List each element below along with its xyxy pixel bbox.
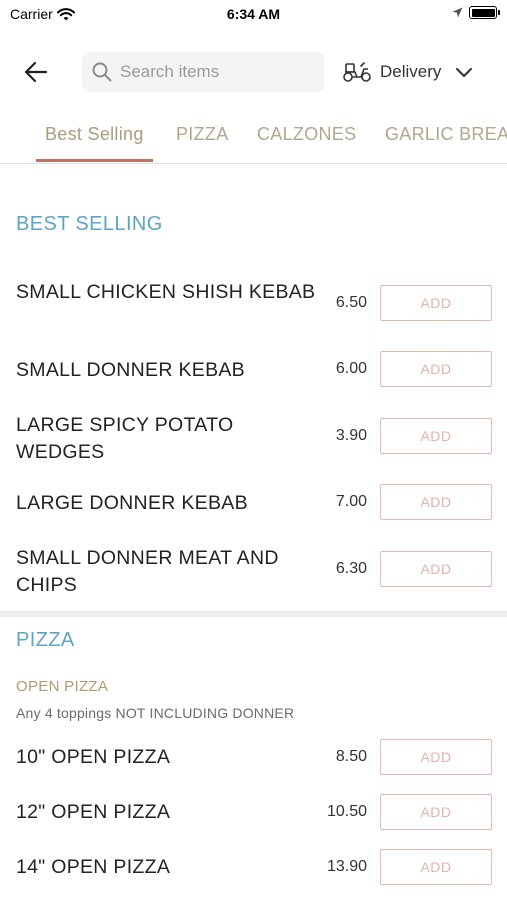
add-button[interactable]: ADD (380, 849, 492, 885)
item-price: 6.00 (335, 360, 367, 377)
item-name: 12" OPEN PIZZA (16, 801, 171, 823)
delivery-selector[interactable]: Delivery (342, 58, 475, 86)
add-button[interactable]: ADD (380, 551, 492, 587)
item-name: LARGE SPICY POTATO WEDGES (16, 414, 234, 463)
item-price: 3.90 (335, 427, 367, 444)
active-tab-underline (36, 159, 153, 162)
item-price: 6.30 (335, 560, 367, 577)
delivery-label: Delivery (380, 62, 442, 81)
search-box[interactable] (82, 52, 324, 92)
add-button[interactable]: ADD (380, 739, 492, 775)
scooter-icon (343, 62, 371, 82)
back-button[interactable] (20, 58, 52, 86)
item-name: SMALL CHICKEN SHISH KEBAB (16, 281, 316, 303)
item-price: 7.00 (335, 493, 367, 510)
section-title-pizza: PIZZA (16, 629, 75, 651)
add-button[interactable]: ADD (380, 351, 492, 387)
status-bar: Carrier 6:34 AM (0, 0, 507, 28)
section-title-best-selling: BEST SELLING (16, 213, 163, 235)
item-price: 6.50 (335, 294, 367, 311)
tab-best-selling[interactable]: Best Selling (45, 124, 144, 145)
section-divider (0, 611, 507, 617)
chevron-down-icon (456, 68, 473, 77)
add-button[interactable]: ADD (380, 285, 492, 321)
item-price: 8.50 (335, 748, 367, 765)
item-name: LARGE DONNER KEBAB (16, 492, 248, 514)
search-input[interactable] (120, 62, 310, 82)
item-name: 10" OPEN PIZZA (16, 746, 171, 768)
add-button[interactable]: ADD (380, 484, 492, 520)
item-name: SMALL DONNER KEBAB (16, 359, 245, 381)
item-price: 13.90 (326, 858, 367, 875)
tab-garlic-bread[interactable]: GARLIC BREAD (385, 124, 507, 145)
back-arrow-icon (24, 61, 48, 83)
subsection-title: OPEN PIZZA (16, 678, 109, 695)
header: Delivery (0, 44, 507, 100)
item-name: SMALL DONNER MEAT AND CHIPS (16, 547, 279, 596)
add-button[interactable]: ADD (380, 418, 492, 454)
add-button[interactable]: ADD (380, 794, 492, 830)
item-price: 10.50 (326, 803, 367, 820)
category-tabs: Best Selling PIZZA CALZONES GARLIC BREAD (0, 112, 507, 164)
item-name: 14" OPEN PIZZA (16, 856, 171, 878)
tab-pizza[interactable]: PIZZA (176, 124, 229, 145)
battery-icon (469, 6, 500, 19)
tab-calzones[interactable]: CALZONES (257, 124, 356, 145)
location-arrow-icon (452, 7, 463, 18)
search-icon (92, 62, 112, 82)
status-time: 6:34 AM (226, 6, 281, 22)
status-right (452, 6, 500, 19)
subsection-description: Any 4 toppings NOT INCLUDING DONNER (16, 705, 295, 721)
